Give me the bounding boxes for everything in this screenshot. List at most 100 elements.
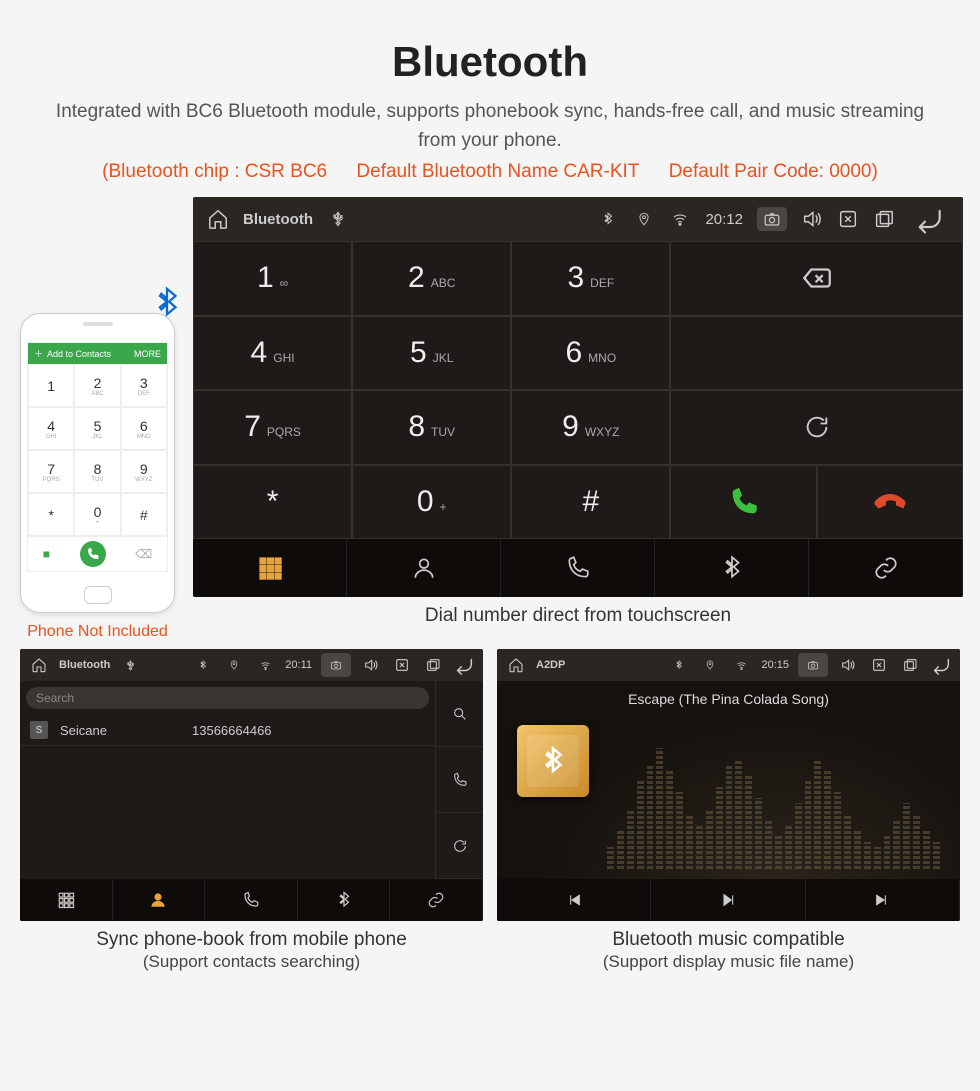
volume-icon[interactable] xyxy=(837,657,859,673)
spec-code: Default Pair Code: 0000) xyxy=(669,161,878,182)
bluetooth-signal-icon xyxy=(150,286,184,327)
recent-apps-icon[interactable] xyxy=(422,657,444,673)
contact-row[interactable]: SSeicane13566664466 xyxy=(20,715,435,746)
camera-icon[interactable] xyxy=(798,653,828,677)
phone-key-5[interactable]: 5JKL xyxy=(74,407,120,450)
statusbar: Bluetooth 20:12 xyxy=(193,197,963,241)
close-box-icon[interactable] xyxy=(868,657,890,673)
prev-track-button[interactable] xyxy=(497,879,651,921)
contacts-caption-1: Sync phone-book from mobile phone xyxy=(96,929,407,950)
phone-key-6[interactable]: 6MNO xyxy=(121,407,167,450)
statusbar-title: Bluetooth xyxy=(243,211,313,228)
headunit-music: A2DP 20:15 Escape (The xyxy=(497,649,960,921)
equalizer-visual xyxy=(607,759,940,869)
location-icon xyxy=(699,660,721,670)
music-caption-2: (Support display music file name) xyxy=(603,952,854,971)
phone-topbar: ＋Add to Contacts MORE xyxy=(28,343,167,364)
bluetooth-specs: (Bluetooth chip : CSR BC6 Default Blueto… xyxy=(10,161,970,183)
side-call-button[interactable] xyxy=(435,747,483,813)
play-pause-button[interactable] xyxy=(651,879,805,921)
tab-contacts[interactable] xyxy=(113,879,206,921)
dial-key-9[interactable]: 9WXYZ xyxy=(511,390,670,465)
home-icon[interactable] xyxy=(207,207,229,231)
tab-recent-calls[interactable] xyxy=(205,879,298,921)
tab-bluetooth[interactable] xyxy=(655,539,809,597)
dial-key-5[interactable]: 5JKL xyxy=(352,316,511,391)
phone-not-included-label: Phone Not Included xyxy=(20,623,175,641)
backspace-button[interactable] xyxy=(670,241,963,316)
back-icon[interactable] xyxy=(909,203,949,235)
contacts-search-input[interactable]: Search xyxy=(26,687,429,709)
statusbar-title: Bluetooth xyxy=(59,659,110,671)
dial-key-*[interactable]: * xyxy=(193,465,352,540)
page-title: Bluetooth xyxy=(10,38,970,86)
phone-key-#[interactable]: # xyxy=(121,493,167,536)
phone-key-1[interactable]: 1 xyxy=(28,364,74,407)
spec-name: Default Bluetooth Name CAR-KIT xyxy=(356,161,639,182)
phone-call-button[interactable] xyxy=(80,541,106,567)
call-button[interactable] xyxy=(670,465,816,540)
side-refresh-button[interactable] xyxy=(435,813,483,879)
headunit-dialer: Bluetooth 20:12 1∞2ABC3DEF 4GHI5JKL6MNO 7P… xyxy=(193,197,963,597)
tab-pair[interactable] xyxy=(809,539,963,597)
album-art xyxy=(517,725,589,797)
tab-contacts[interactable] xyxy=(347,539,501,597)
home-icon[interactable] xyxy=(28,657,50,673)
dialer-caption: Dial number direct from touchscreen xyxy=(193,605,963,627)
next-track-button[interactable] xyxy=(806,879,960,921)
tab-keypad[interactable] xyxy=(20,879,113,921)
phone-key-7[interactable]: 7PQRS xyxy=(28,450,74,493)
dial-key-4[interactable]: 4GHI xyxy=(193,316,352,391)
location-icon xyxy=(223,660,245,670)
close-box-icon[interactable] xyxy=(837,207,859,231)
refresh-button[interactable] xyxy=(670,390,963,465)
dial-key-0[interactable]: 0+ xyxy=(352,465,511,540)
spec-chip: (Bluetooth chip : CSR BC6 xyxy=(102,161,327,182)
close-box-icon[interactable] xyxy=(391,657,413,673)
tab-pair[interactable] xyxy=(390,879,483,921)
phone-video-icon: ■ xyxy=(43,547,50,561)
tab-recent-calls[interactable] xyxy=(501,539,655,597)
dial-key-2[interactable]: 2ABC xyxy=(352,241,511,316)
phone-key-0[interactable]: 0+ xyxy=(74,493,120,536)
dial-key-8[interactable]: 8TUV xyxy=(352,390,511,465)
side-search-button[interactable] xyxy=(435,681,483,747)
back-icon[interactable] xyxy=(930,654,952,676)
phone-key-*[interactable]: * xyxy=(28,493,74,536)
contacts-caption-2: (Support contacts searching) xyxy=(143,952,360,971)
music-caption-1: Bluetooth music compatible xyxy=(612,929,844,950)
camera-icon[interactable] xyxy=(757,207,787,231)
phone-key-2[interactable]: 2ABC xyxy=(74,364,120,407)
bluetooth-icon xyxy=(597,212,619,226)
usb-icon xyxy=(119,660,141,671)
contacts-caption: Sync phone-book from mobile phone (Suppo… xyxy=(20,929,483,973)
wifi-icon xyxy=(730,660,752,671)
camera-icon[interactable] xyxy=(321,653,351,677)
dial-key-#[interactable]: # xyxy=(511,465,670,540)
statusbar-time: 20:15 xyxy=(761,659,789,671)
volume-icon[interactable] xyxy=(801,207,823,231)
dial-key-7[interactable]: 7PQRS xyxy=(193,390,352,465)
recent-apps-icon[interactable] xyxy=(899,657,921,673)
usb-icon xyxy=(327,211,349,227)
phone-key-3[interactable]: 3DEF xyxy=(121,364,167,407)
volume-icon[interactable] xyxy=(360,657,382,673)
location-icon xyxy=(633,212,655,226)
dial-key-1[interactable]: 1∞ xyxy=(193,241,352,316)
tab-bluetooth[interactable] xyxy=(298,879,391,921)
page-description: Integrated with BC6 Bluetooth module, su… xyxy=(10,98,970,155)
home-icon[interactable] xyxy=(505,657,527,673)
recent-apps-icon[interactable] xyxy=(873,207,895,231)
dial-key-6[interactable]: 6MNO xyxy=(511,316,670,391)
back-icon[interactable] xyxy=(453,654,475,676)
phone-key-4[interactable]: 4GHI xyxy=(28,407,74,450)
phone-topbar-more: MORE xyxy=(134,349,161,359)
dial-key-3[interactable]: 3DEF xyxy=(511,241,670,316)
headunit-contacts: Bluetooth 20:11 xyxy=(20,649,483,921)
empty-action xyxy=(670,316,963,391)
phone-key-9[interactable]: 9WXYZ xyxy=(121,450,167,493)
tab-keypad[interactable] xyxy=(193,539,347,597)
hangup-button[interactable] xyxy=(817,465,963,540)
phone-key-8[interactable]: 8TUV xyxy=(74,450,120,493)
song-title: Escape (The Pina Colada Song) xyxy=(628,691,829,707)
